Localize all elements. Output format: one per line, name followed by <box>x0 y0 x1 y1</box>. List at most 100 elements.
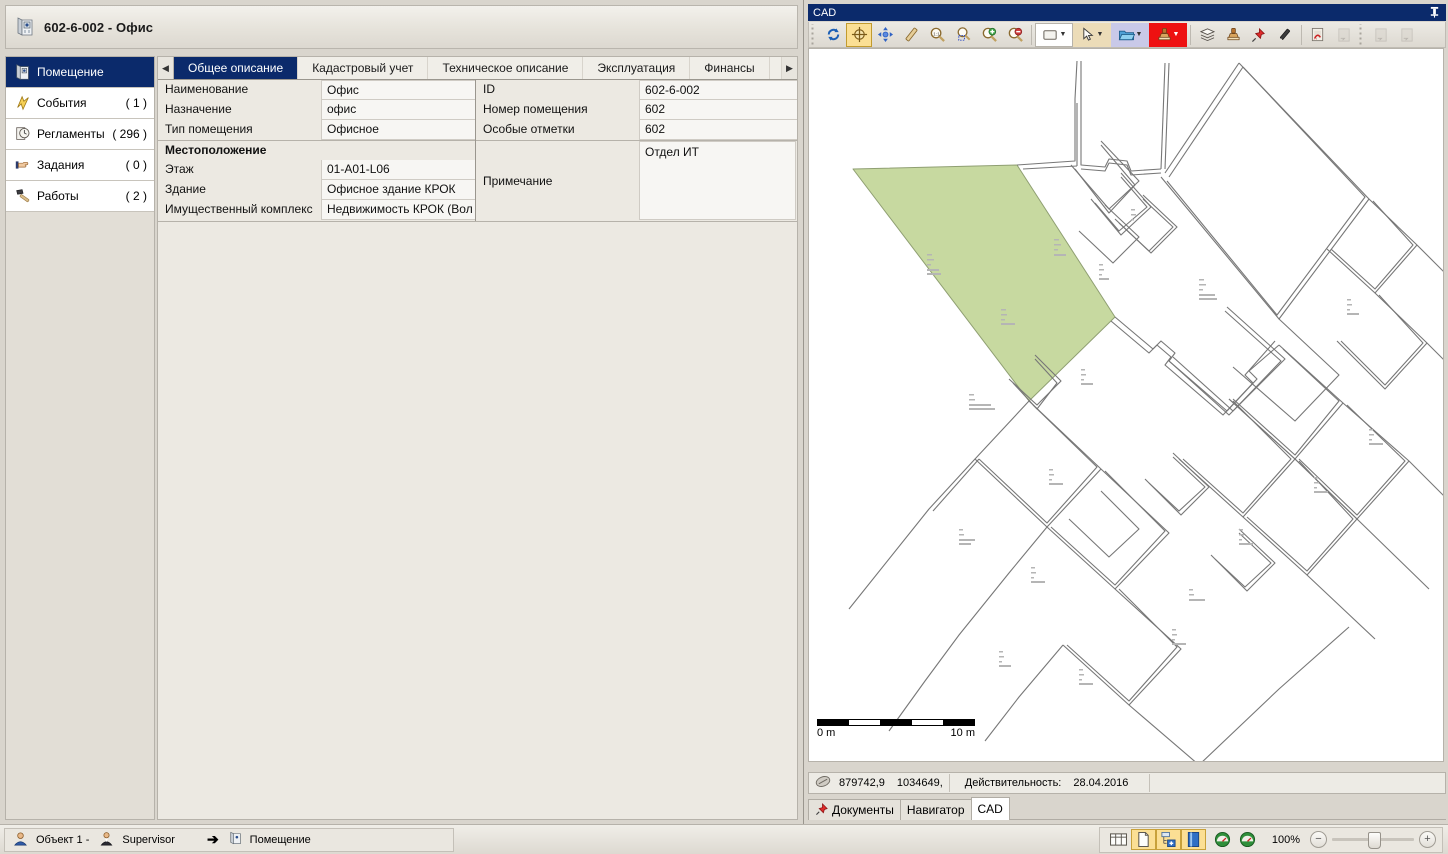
field-tip-pomeshcheniya: Тип помещения Офисное <box>158 120 475 140</box>
cad-canvas[interactable]: 0 m 10 m <box>808 48 1444 762</box>
chevron-down-icon: ▼ <box>1096 31 1104 38</box>
toolbar-grip-2[interactable] <box>1359 23 1366 46</box>
chevron-down-icon: ▼ <box>1059 31 1067 38</box>
disabled-tool-2-icon <box>1368 23 1394 47</box>
field-label: Примечание <box>476 141 639 221</box>
field-value[interactable]: Офисное здание КРОК <box>321 180 475 200</box>
cad-toolbar: 1:1 ▼ ▼ ▼ ▼ A <box>808 22 1446 48</box>
zoom-window-icon[interactable] <box>950 23 976 47</box>
open-folder-icon[interactable]: ▼ <box>1111 22 1149 47</box>
field-value[interactable]: Офис <box>321 80 475 100</box>
field-id: ID 602-6-002 <box>476 80 797 100</box>
page-view-icon[interactable] <box>1130 829 1156 850</box>
field-value[interactable]: 01-A01-L06 <box>321 160 475 180</box>
zoom-in-icon[interactable] <box>976 23 1002 47</box>
pan-icon[interactable] <box>872 23 898 47</box>
building-icon <box>12 63 34 81</box>
sidebar-item-raboty[interactable]: Работы ( 2 ) <box>6 181 154 212</box>
field-osobye-otmetki: Особые отметки 602 <box>476 120 797 140</box>
select-arrow-icon[interactable]: ▼ <box>1073 22 1111 47</box>
gauge-green2-icon[interactable] <box>1235 829 1260 850</box>
tree-add-icon[interactable] <box>1155 829 1181 850</box>
stamp-red-icon[interactable]: ▼ <box>1149 22 1187 47</box>
pencil-icon[interactable] <box>1272 23 1298 47</box>
field-value[interactable]: Отдел ИТ <box>639 141 796 220</box>
form-left-column: Наименование Офис Назначение офис Тип по… <box>158 80 475 221</box>
pin-icon[interactable] <box>1429 6 1440 20</box>
building-icon <box>14 15 36 40</box>
tab-tekhnicheskoe-opisanie[interactable]: Техническое описание <box>428 57 584 79</box>
push-pin-icon[interactable] <box>1246 23 1272 47</box>
tab-kadastrovyy-uchet[interactable]: Кадастровый учет <box>298 57 429 79</box>
cad-tab-navigator[interactable]: Навигатор <box>899 799 972 820</box>
stamp-icon[interactable] <box>1220 23 1246 47</box>
tab-ekspluataciya[interactable]: Эксплуатация <box>583 57 691 79</box>
field-zdanie: Здание Офисное здание КРОК <box>158 180 475 200</box>
field-etazh: Этаж 01-A01-L06 <box>158 160 475 180</box>
cad-tab-cad[interactable]: CAD <box>970 797 1010 820</box>
sidebar-item-reglamenty[interactable]: Регламенты ( 296 ) <box>6 119 154 150</box>
field-value[interactable]: 602-6-002 <box>639 80 797 100</box>
sidebar-item-label: События <box>37 96 87 110</box>
field-value[interactable]: Офисное <box>321 120 475 140</box>
coordinate-icon <box>815 775 831 791</box>
center-target-icon[interactable] <box>846 22 872 47</box>
zoom-out-icon[interactable] <box>1002 23 1028 47</box>
form-bottom-pad <box>158 222 797 229</box>
field-value[interactable]: 602 <box>639 120 797 140</box>
cad-panel-title: CAD <box>808 4 1446 21</box>
scale-bar-labels: 0 m 10 m <box>817 727 975 739</box>
sidebar-list: Помещение События ( 1 ) Регламенты (296… <box>6 57 154 212</box>
cad-tab-dokumenty[interactable]: Документы <box>808 799 901 820</box>
gauge-green-icon[interactable] <box>1210 829 1235 850</box>
status-arrow-icon: ➔ <box>206 831 219 847</box>
zoom-slider[interactable]: − + <box>1310 831 1436 849</box>
tab-next-arrow[interactable]: ▶ <box>781 57 797 79</box>
view-dropdown-icon[interactable]: ▼ <box>1035 22 1073 47</box>
coordinate-y: 1034649, <box>896 777 943 789</box>
zoom-actual-icon[interactable]: 1:1 <box>924 23 950 47</box>
validity-label: Действительность: <box>964 777 1062 789</box>
field-label: Номер помещения <box>476 100 639 120</box>
tab-prev-arrow[interactable]: ◀ <box>158 57 174 79</box>
sidebar-item-label: Регламенты <box>37 127 105 141</box>
clock-document-icon <box>12 125 34 143</box>
field-value[interactable]: офис <box>321 100 475 120</box>
zoom-track[interactable] <box>1332 832 1414 849</box>
svg-text:1:1: 1:1 <box>933 31 940 37</box>
sidebar-item-sobytiya[interactable]: События ( 1 ) <box>6 88 154 119</box>
lightning-icon <box>12 94 34 112</box>
sidebar-item-label: Задания <box>37 158 85 172</box>
main-window: 602-6-002 - Офис Помещение События (1)… <box>0 0 804 824</box>
zoom-thumb[interactable] <box>1368 832 1381 849</box>
sidebar-item-count: ( 296 ) <box>112 127 147 141</box>
field-value[interactable]: Недвижимость КРОК (Вол <box>321 200 475 220</box>
toolbar-grip[interactable] <box>811 23 818 46</box>
validity-cell: Действительность: 28.04.2016 <box>950 773 1135 793</box>
pin-doc-icon <box>815 802 829 819</box>
context-building-icon <box>229 831 243 848</box>
layers-icon[interactable] <box>1194 23 1220 47</box>
tab-obshchee-opisanie[interactable]: Общее описание <box>174 57 299 79</box>
field-label: Особые отметки <box>476 120 639 140</box>
sidebar-item-zadaniya[interactable]: Задания ( 0 ) <box>6 150 154 181</box>
field-value[interactable]: 602 <box>639 100 797 120</box>
tab-finansy[interactable]: Финансы <box>690 57 770 79</box>
sidebar-item-pomeshchenie[interactable]: Помещение <box>6 57 154 88</box>
measure-ruler-icon[interactable] <box>898 23 924 47</box>
toolbar-separator <box>1190 24 1191 45</box>
zoom-in-button[interactable]: + <box>1419 831 1436 848</box>
zoom-out-button[interactable]: − <box>1310 831 1327 848</box>
pointing-hand-icon <box>12 156 34 174</box>
grid-view-icon[interactable] <box>1106 829 1131 850</box>
chevron-down-icon: ▼ <box>1135 31 1143 38</box>
book-view-icon[interactable] <box>1180 829 1206 850</box>
cad-tab-label: CAD <box>977 802 1003 816</box>
cad-tab-label: Навигатор <box>906 803 965 817</box>
refresh-icon[interactable] <box>820 23 846 47</box>
field-label: Здание <box>158 180 321 200</box>
toolbar-separator <box>1031 24 1032 45</box>
cad-tab-filler <box>1008 798 1446 820</box>
pdf-export-icon[interactable]: A <box>1305 23 1331 47</box>
application-status-bar: Объект 1 - Supervisor ➔ Помещение 100% −… <box>0 824 1448 854</box>
